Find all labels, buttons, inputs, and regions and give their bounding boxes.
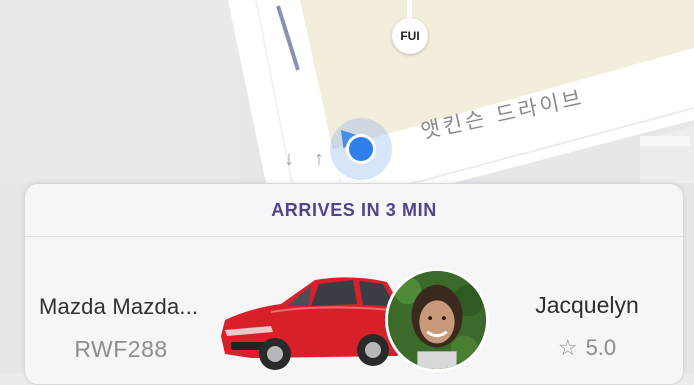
current-location-dot-icon <box>346 134 376 164</box>
poi-pin[interactable]: FUI <box>386 0 434 66</box>
driver-photo-image <box>388 271 486 369</box>
lane-arrow-up-icon: ↑ <box>314 148 324 170</box>
eta-header: ARRIVES IN 3 MIN <box>25 184 683 237</box>
eta-text: ARRIVES IN 3 MIN <box>271 199 437 220</box>
vehicle-info: Mazda Mazda... RWF288 <box>39 294 229 363</box>
car-image <box>221 277 409 370</box>
rating-value: 5.0 <box>585 335 617 360</box>
driver-name: Jacquelyn <box>535 292 639 318</box>
vehicle-name: Mazda Mazda... <box>39 294 199 319</box>
driver-info: Jacquelyn ☆ 5.0 <box>497 292 677 361</box>
poi-label: FUI <box>392 18 428 54</box>
star-icon: ☆ <box>557 335 578 360</box>
driver-rating: ☆ 5.0 <box>497 335 677 361</box>
license-plate: RWF288 <box>74 336 168 362</box>
driver-photo[interactable] <box>385 268 489 372</box>
lane-arrow-down-icon: ↓ <box>284 148 294 170</box>
ride-status-card[interactable]: ARRIVES IN 3 MIN Mazda Mazda... RWF288 J… <box>24 183 684 385</box>
